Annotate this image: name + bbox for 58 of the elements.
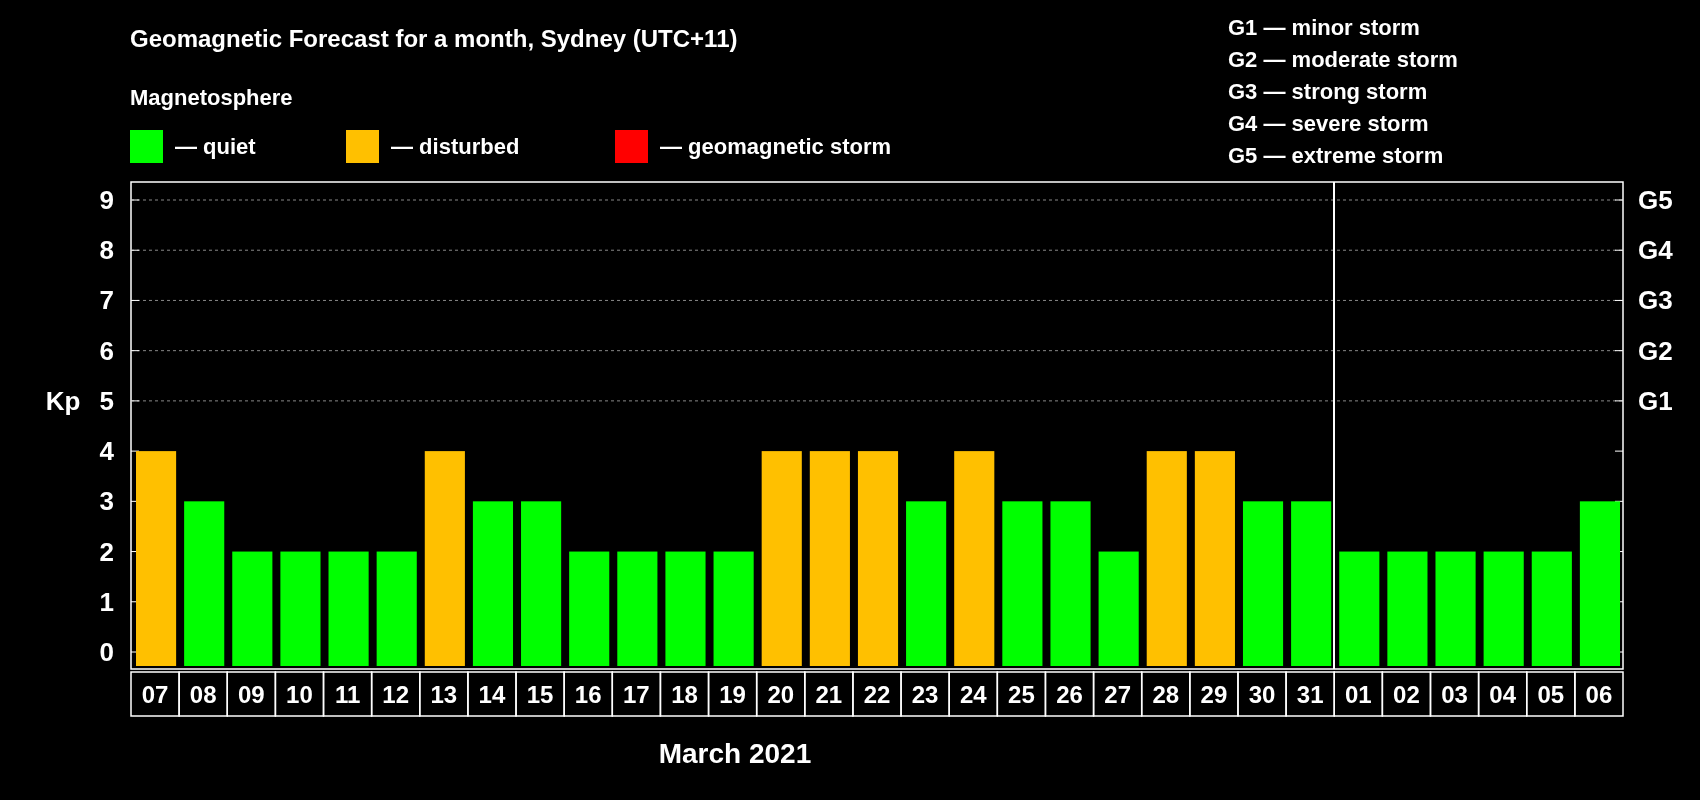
legend-label: — geomagnetic storm: [660, 133, 892, 161]
y-tick-label: 0: [99, 637, 114, 667]
storm-level-label: G1 — minor storm: [1228, 14, 1421, 42]
date-label: 21: [815, 681, 843, 708]
date-label: 12: [382, 681, 410, 708]
date-label: 14: [478, 681, 506, 708]
date-label: 06: [1585, 681, 1613, 708]
y-tick-label: 8: [99, 235, 114, 266]
date-label: 17: [623, 681, 650, 708]
date-label: 08: [189, 681, 217, 708]
date-label: 16: [574, 681, 602, 708]
y-tick-label: 1: [99, 586, 114, 617]
date-label: 27: [1104, 681, 1131, 708]
y-tick-label: 2: [99, 536, 114, 567]
date-label: 20: [767, 681, 795, 708]
y-tick-label: 4: [99, 436, 114, 467]
storm-level-label: G4 — severe storm: [1228, 110, 1430, 138]
storm-level-label: G2 — moderate storm: [1228, 46, 1459, 74]
date-label: 04: [1489, 681, 1517, 708]
date-label: 09: [237, 681, 265, 708]
chart-title: Geomagnetic Forecast for a month, Sydney (UTC+11): [130, 24, 739, 54]
legend-title: Magnetosphere: [130, 84, 294, 112]
y-tick-label: 9: [99, 185, 114, 215]
date-label: 25: [1008, 681, 1035, 708]
date-label: 10: [286, 681, 313, 708]
date-label: 18: [671, 681, 698, 708]
storm-level-label: G3 — strong storm: [1228, 78, 1429, 106]
storm-tick-label: G4: [1638, 235, 1673, 266]
date-label: 11: [334, 681, 361, 708]
y-tick-label: 5: [99, 385, 114, 416]
y-tick-label: 3: [99, 486, 114, 517]
date-label: 02: [1393, 681, 1420, 708]
date-label: 23: [911, 681, 939, 708]
legend-label: — disturbed: [391, 133, 520, 161]
storm-tick-label: G3: [1638, 285, 1673, 316]
date-label: 30: [1248, 681, 1276, 708]
date-label: 19: [719, 681, 746, 708]
storm-level-label: G5 — extreme storm: [1228, 142, 1445, 170]
date-label: 22: [863, 681, 891, 708]
y-tick-label: 7: [99, 285, 114, 316]
date-label: 26: [1056, 681, 1083, 708]
date-label: 03: [1441, 681, 1468, 708]
date-label: 01: [1344, 681, 1372, 708]
storm-tick-label: G2: [1638, 335, 1673, 366]
date-label: 13: [430, 681, 458, 708]
date-label: 24: [959, 681, 987, 708]
legend-label: — quiet: [175, 133, 256, 161]
x-axis-label: March 2021: [658, 738, 812, 769]
storm-tick-label: G1: [1638, 385, 1673, 416]
y-tick-label: 6: [99, 335, 114, 366]
date-label: 28: [1152, 681, 1180, 708]
storm-tick-label: G5: [1638, 185, 1673, 215]
date-label: 31: [1296, 681, 1324, 708]
date-label: 15: [526, 681, 554, 708]
y-axis-label: Kp: [45, 386, 81, 416]
date-label: 05: [1537, 681, 1565, 708]
date-label: 29: [1200, 681, 1228, 708]
date-label: 07: [141, 681, 169, 708]
